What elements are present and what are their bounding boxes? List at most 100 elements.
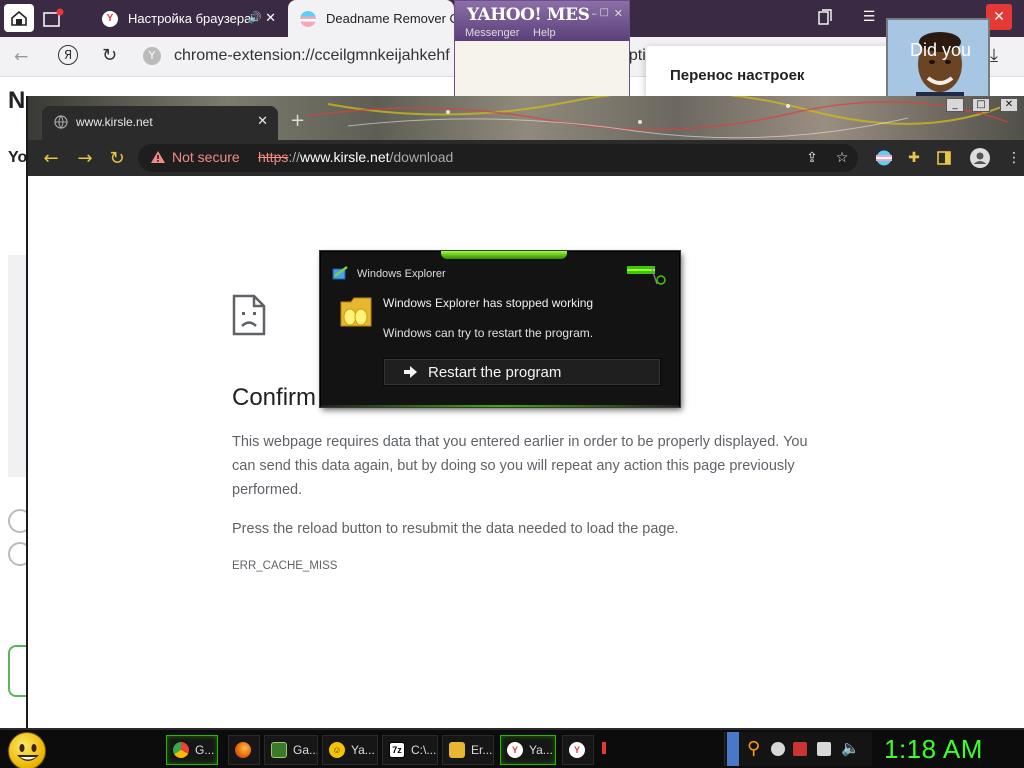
firefox-icon: [235, 742, 251, 758]
chrome-toolbar: ← → ↻ Not secure https://www.kirsle.net/…: [28, 140, 1024, 176]
new-window-icon[interactable]: [38, 4, 68, 32]
taskbar-item-firefox[interactable]: [228, 735, 260, 765]
tab-label: Deadname Remover O: [326, 11, 454, 26]
page-subtitle-fragment: Yo: [8, 149, 28, 166]
dialog-bottom-accent: [321, 405, 679, 407]
flag-icon[interactable]: [793, 742, 807, 756]
error-hint: Press the reload button to resubmit the …: [232, 521, 679, 537]
taskbar: G... Ga... ☺ Ya... 7z C:\... Er... Y Ya.…: [0, 728, 1024, 768]
meme-caption: Did you: [910, 40, 972, 60]
trans-flag-icon: [300, 10, 316, 27]
not-secure-label: Not secure: [172, 149, 240, 165]
restart-button-label: Restart the program: [428, 363, 562, 381]
taskbar-item-chrome[interactable]: G...: [166, 735, 218, 765]
close-icon[interactable]: ✕: [257, 114, 268, 129]
page-title-fragment: N: [8, 87, 26, 114]
error-icon: [449, 742, 465, 758]
yandex-icon: Y: [102, 10, 118, 27]
trans-flag-extension-icon[interactable]: [874, 148, 894, 168]
forward-button[interactable]: →: [74, 147, 96, 169]
arrow-right-icon: [404, 366, 417, 378]
globe-icon: [54, 115, 68, 129]
reload-button[interactable]: ↻: [106, 147, 128, 169]
reload-icon[interactable]: ↻: [102, 45, 117, 66]
network-icon[interactable]: [817, 742, 831, 756]
collections-icon[interactable]: [812, 4, 838, 30]
new-tab-button[interactable]: +: [290, 110, 305, 131]
explorer-icon: [332, 266, 348, 280]
restart-program-button[interactable]: Restart the program: [383, 358, 661, 386]
close-icon[interactable]: ✕: [614, 7, 623, 20]
taskbar-item-yahoo[interactable]: ☺ Ya...: [322, 735, 378, 765]
minus-circle-icon[interactable]: [771, 742, 785, 756]
dialog-title: Windows Explorer: [357, 268, 446, 280]
taskbar-item-yandex-2[interactable]: Y: [562, 735, 594, 765]
download-icon[interactable]: ⤓: [990, 45, 998, 66]
yahoo-menu-messenger[interactable]: Messenger: [465, 27, 519, 39]
search-icon[interactable]: ⚲: [747, 738, 760, 759]
tab-label: www.kirsle.net: [76, 115, 153, 129]
url-text[interactable]: chrome-extension://cceilgmnkeijahkehf: [174, 47, 450, 65]
yahoo-menu-help[interactable]: Help: [533, 27, 556, 39]
url-text[interactable]: https://www.kirsle.net/download: [258, 149, 453, 165]
taskbar-item-label: C:\...: [411, 743, 437, 757]
bookmark-star-icon[interactable]: ☆: [832, 148, 852, 168]
profile-avatar-icon[interactable]: [970, 148, 990, 168]
side-panel-icon[interactable]: [934, 148, 954, 168]
omnibox[interactable]: Not secure https://www.kirsle.net/downlo…: [138, 144, 858, 172]
taskbar-item-label: Er...: [471, 743, 493, 757]
settings-panel-edge: [8, 255, 28, 477]
taskbar-item-label: Ya...: [529, 743, 553, 757]
minimize-icon[interactable]: _: [946, 98, 964, 112]
taskbar-item-error[interactable]: Er...: [442, 735, 494, 765]
button-edge[interactable]: [8, 645, 28, 697]
taskbar-item-yandex[interactable]: Y Ya...: [500, 735, 556, 765]
kebab-menu-icon[interactable]: ⋮: [1004, 148, 1024, 168]
minimize-icon[interactable]: –: [592, 7, 598, 20]
close-icon[interactable]: ✕: [1000, 98, 1018, 112]
yahoo-logo: YAHOO! MES: [467, 5, 590, 25]
chrome-icon: [173, 742, 189, 758]
volume-icon[interactable]: 🔈: [841, 739, 860, 757]
tab-deadname-remover[interactable]: Deadname Remover O: [288, 0, 454, 37]
close-icon[interactable]: ✕: [265, 10, 276, 26]
taskbar-item-label: G...: [195, 743, 215, 757]
yandex-home-icon[interactable]: [4, 4, 34, 32]
back-icon[interactable]: ←: [14, 47, 28, 67]
taskbar-item-label: Ya...: [351, 743, 375, 757]
taskbar-item-7zip[interactable]: 7z C:\...: [382, 735, 438, 765]
chrome-titlebar[interactable]: www.kirsle.net ✕ + _ □ ✕: [28, 96, 1024, 140]
start-button-smiley-icon[interactable]: [8, 732, 46, 768]
taskbar-overflow-indicator: [602, 742, 606, 754]
security-indicator[interactable]: Not secure: [150, 149, 240, 165]
url-separator: ://: [288, 149, 301, 165]
error-code: ERR_CACHE_MISS: [232, 560, 338, 572]
clock[interactable]: 1:18 AM: [884, 734, 983, 765]
close-icon[interactable]: [627, 266, 675, 286]
dialog-sub-message: Windows can try to restart the program.: [383, 326, 594, 340]
url-path: /download: [389, 149, 454, 165]
chrome-window: www.kirsle.net ✕ + _ □ ✕ ← → ↻ Not secur…: [26, 96, 1024, 730]
folder-icon: 7z: [389, 742, 405, 758]
taskbar-item-game[interactable]: Ga...: [264, 735, 318, 765]
tab-kirsle[interactable]: www.kirsle.net ✕: [42, 106, 278, 140]
menu-icon[interactable]: ☰: [856, 4, 882, 30]
transfer-settings-popup: Перенос настроек: [646, 46, 902, 98]
share-icon[interactable]: ⇪: [802, 148, 822, 168]
warning-icon: [151, 151, 165, 163]
tab-label: Настройка браузера: [128, 11, 252, 26]
system-tray: ⚲ 🔈: [724, 732, 872, 766]
maximize-icon[interactable]: □: [600, 7, 609, 18]
dialog-titlebar[interactable]: Windows Explorer: [321, 260, 679, 286]
error-description: This webpage requires data that you ente…: [232, 434, 808, 498]
yahoo-messenger-window[interactable]: YAHOO! MES – □ ✕ Messenger Help: [454, 0, 630, 98]
maximize-icon[interactable]: □: [972, 98, 990, 112]
back-button[interactable]: ←: [40, 147, 62, 169]
tab-browser-settings[interactable]: Y Настройка браузера 🔊 ✕: [90, 0, 284, 37]
speaker-icon[interactable]: 🔊: [248, 11, 262, 24]
url-scheme: https: [258, 149, 289, 165]
sad-document-icon: [232, 294, 266, 336]
tray-expand-icon[interactable]: [727, 732, 739, 766]
extensions-puzzle-icon[interactable]: ✚: [904, 148, 924, 168]
yandex-logo-icon[interactable]: Я: [58, 45, 78, 65]
